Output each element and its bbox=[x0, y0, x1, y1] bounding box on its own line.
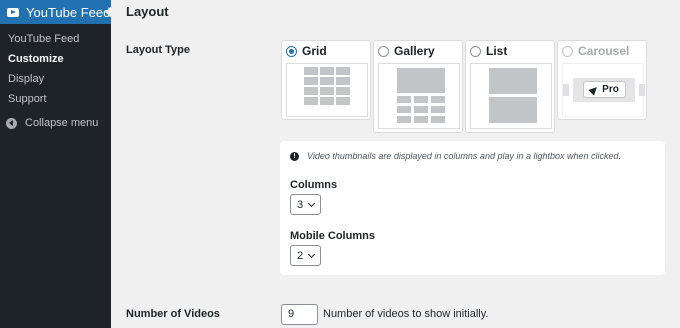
carousel-radio[interactable] bbox=[562, 46, 573, 57]
gallery-radio[interactable] bbox=[378, 46, 389, 57]
submenu: YouTube Feed Customize Display Support bbox=[0, 29, 111, 109]
submenu-item-support[interactable]: Support bbox=[0, 89, 111, 109]
collapse-menu-button[interactable]: Collapse menu bbox=[6, 117, 98, 129]
mobile-columns-value: 2 bbox=[297, 249, 304, 262]
columns-select[interactable]: 3 bbox=[290, 194, 321, 215]
collapse-menu-label: Collapse menu bbox=[25, 117, 99, 129]
columns-label: Columns bbox=[290, 179, 338, 191]
pro-badge: Pro bbox=[583, 81, 626, 98]
info-icon: ! bbox=[290, 152, 299, 161]
grid-preview bbox=[286, 63, 368, 117]
submenu-item-youtube-feed[interactable]: YouTube Feed bbox=[0, 29, 111, 49]
page-title: Layout bbox=[126, 4, 169, 19]
carousel-preview: Pro bbox=[562, 63, 645, 117]
layout-name-grid: Grid bbox=[302, 44, 327, 58]
layout-type-label: Layout Type bbox=[126, 44, 190, 56]
number-of-videos-help: Number of videos to show initially. bbox=[323, 308, 489, 320]
mobile-columns-select[interactable]: 2 bbox=[290, 245, 321, 266]
layout-name-carousel: Carousel bbox=[578, 44, 630, 58]
mobile-columns-label: Mobile Columns bbox=[290, 230, 375, 242]
current-menu-arrow bbox=[105, 6, 112, 18]
layout-option-list[interactable]: List bbox=[465, 40, 555, 133]
youtube-play-icon bbox=[7, 7, 19, 17]
layout-description: Video thumbnails are displayed in column… bbox=[307, 151, 622, 161]
grid-radio[interactable] bbox=[286, 46, 297, 57]
pro-badge-label: Pro bbox=[602, 84, 619, 95]
rocket-icon bbox=[588, 83, 600, 96]
youtube-feed-menu[interactable]: YouTube Feed bbox=[0, 0, 112, 24]
number-of-videos-input[interactable]: 9 bbox=[281, 304, 318, 325]
number-of-videos-label: Number of Videos bbox=[126, 308, 220, 320]
layout-name-list: List bbox=[486, 44, 508, 58]
layout-option-grid[interactable]: Grid bbox=[281, 40, 371, 120]
admin-sidebar: YouTube Feed YouTube Feed Customize Disp… bbox=[0, 0, 112, 328]
chevron-down-icon bbox=[307, 199, 316, 208]
collapse-arrow-icon bbox=[6, 117, 17, 129]
submenu-item-customize[interactable]: Customize bbox=[0, 49, 111, 69]
list-radio[interactable] bbox=[470, 46, 481, 57]
columns-value: 3 bbox=[297, 198, 304, 211]
list-preview bbox=[470, 63, 552, 129]
layout-option-carousel[interactable]: Carousel Pro bbox=[557, 40, 647, 120]
layout-settings-panel: ! Video thumbnails are displayed in colu… bbox=[280, 141, 665, 275]
submenu-item-display[interactable]: Display bbox=[0, 69, 111, 89]
layout-option-gallery[interactable]: Gallery bbox=[373, 40, 463, 133]
menu-title: YouTube Feed bbox=[26, 4, 111, 20]
gallery-preview bbox=[378, 63, 460, 129]
layout-name-gallery: Gallery bbox=[394, 44, 435, 58]
chevron-down-icon bbox=[307, 250, 316, 259]
